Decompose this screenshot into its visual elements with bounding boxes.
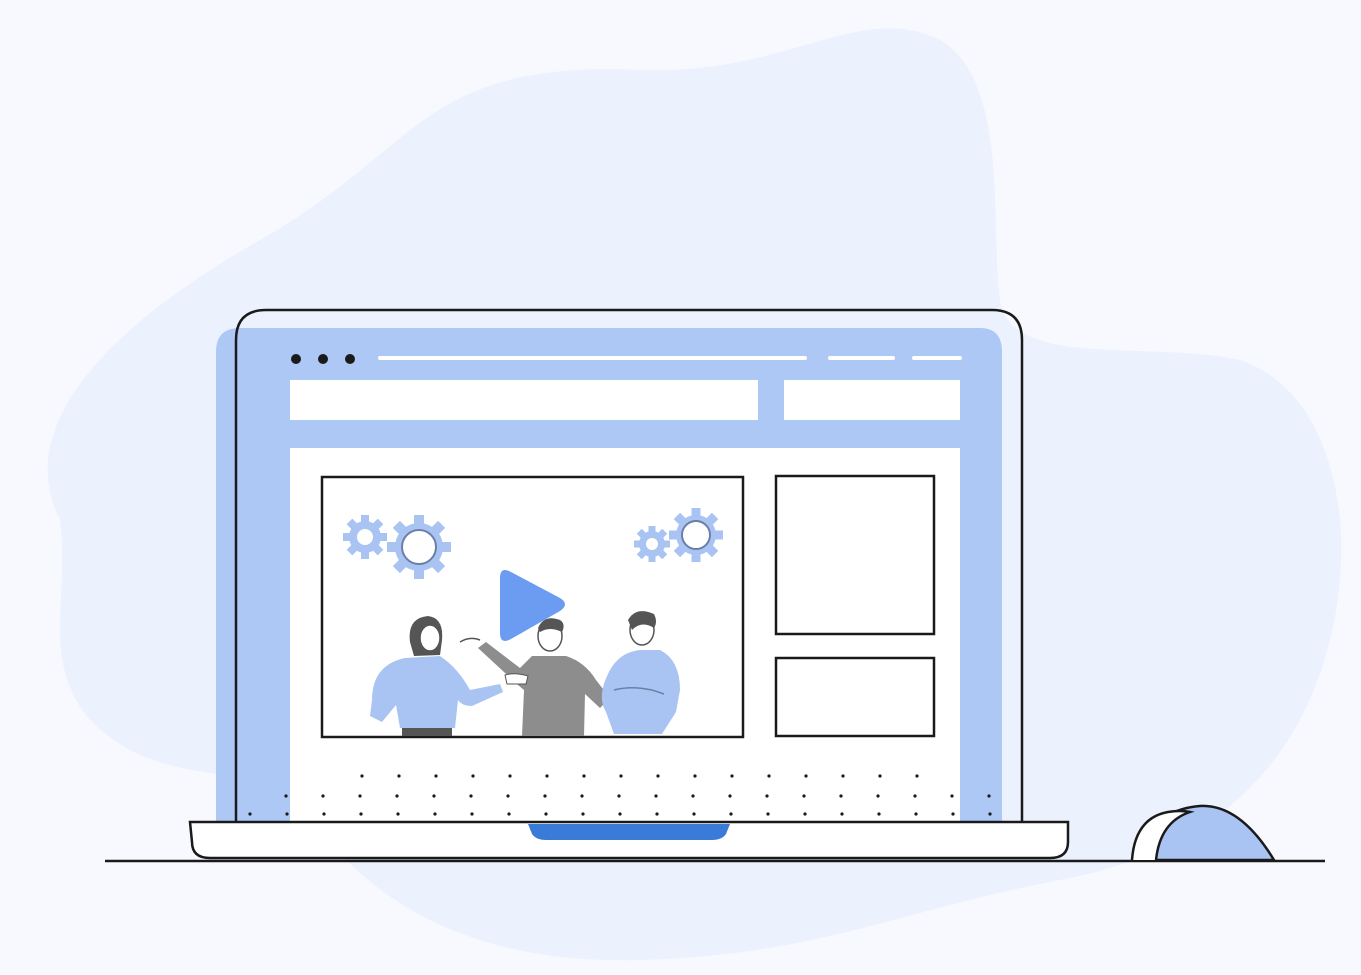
pattern-dot [802, 794, 806, 798]
pattern-dot [878, 774, 882, 778]
pattern-dot [617, 794, 621, 798]
pattern-dot [655, 812, 659, 816]
pattern-dot [730, 774, 734, 778]
pattern-dot [841, 774, 845, 778]
pattern-dot [767, 774, 771, 778]
window-dot-1 [291, 354, 301, 364]
pattern-dot [507, 812, 511, 816]
pattern-dot [582, 774, 586, 778]
pattern-dot [321, 794, 325, 798]
pattern-dot [359, 812, 363, 816]
pattern-dot [469, 794, 473, 798]
pattern-dot [729, 812, 733, 816]
pattern-dot [618, 812, 622, 816]
pattern-dot [914, 812, 918, 816]
address-bar [290, 380, 758, 420]
pattern-dot [284, 794, 288, 798]
pattern-dot [876, 794, 880, 798]
pattern-dot [803, 812, 807, 816]
pattern-dot [915, 774, 919, 778]
laptop-hinge [528, 824, 730, 840]
pattern-dot [693, 774, 697, 778]
pattern-dot [691, 794, 695, 798]
pattern-dot [619, 774, 623, 778]
pattern-dot [692, 812, 696, 816]
pattern-dot [839, 794, 843, 798]
gear-icon [343, 515, 387, 559]
illustration-scene [47, 28, 1342, 961]
pattern-dot [508, 774, 512, 778]
pattern-dot [358, 794, 362, 798]
pattern-dot [506, 794, 510, 798]
video-player [320, 475, 745, 739]
pattern-dot [433, 812, 437, 816]
pattern-dot [396, 812, 400, 816]
pattern-dot [395, 794, 399, 798]
pattern-dot [913, 794, 917, 798]
window-dot-3 [345, 354, 355, 364]
pattern-dot [656, 774, 660, 778]
gear-icon [387, 515, 451, 579]
pattern-dot [840, 812, 844, 816]
pattern-dot [580, 794, 584, 798]
pattern-dot [360, 774, 364, 778]
pattern-dot [765, 794, 769, 798]
pattern-dot [544, 812, 548, 816]
pattern-dot [950, 794, 954, 798]
laptop [188, 308, 1070, 860]
sidebar-card-top [774, 474, 936, 636]
gear-icon [669, 508, 723, 562]
pattern-dot [804, 774, 808, 778]
pattern-dot [728, 794, 732, 798]
sidebar-card-bottom [774, 656, 936, 738]
pattern-dot [432, 794, 436, 798]
window-dot-2 [318, 354, 328, 364]
pattern-dot [434, 774, 438, 778]
pattern-dot [581, 812, 585, 816]
pattern-dot [471, 774, 475, 778]
pattern-dot [545, 774, 549, 778]
search-box [784, 380, 960, 420]
pattern-dot [988, 812, 992, 816]
pattern-dot [951, 812, 955, 816]
pattern-dot [654, 794, 658, 798]
pattern-dot [397, 774, 401, 778]
pattern-dot [766, 812, 770, 816]
pattern-dot [285, 812, 289, 816]
gear-icon [634, 526, 670, 562]
pattern-dot [322, 812, 326, 816]
pattern-dot [987, 794, 991, 798]
pattern-dot [470, 812, 474, 816]
pattern-dot [877, 812, 881, 816]
pattern-dot [248, 812, 252, 816]
pattern-dot [543, 794, 547, 798]
